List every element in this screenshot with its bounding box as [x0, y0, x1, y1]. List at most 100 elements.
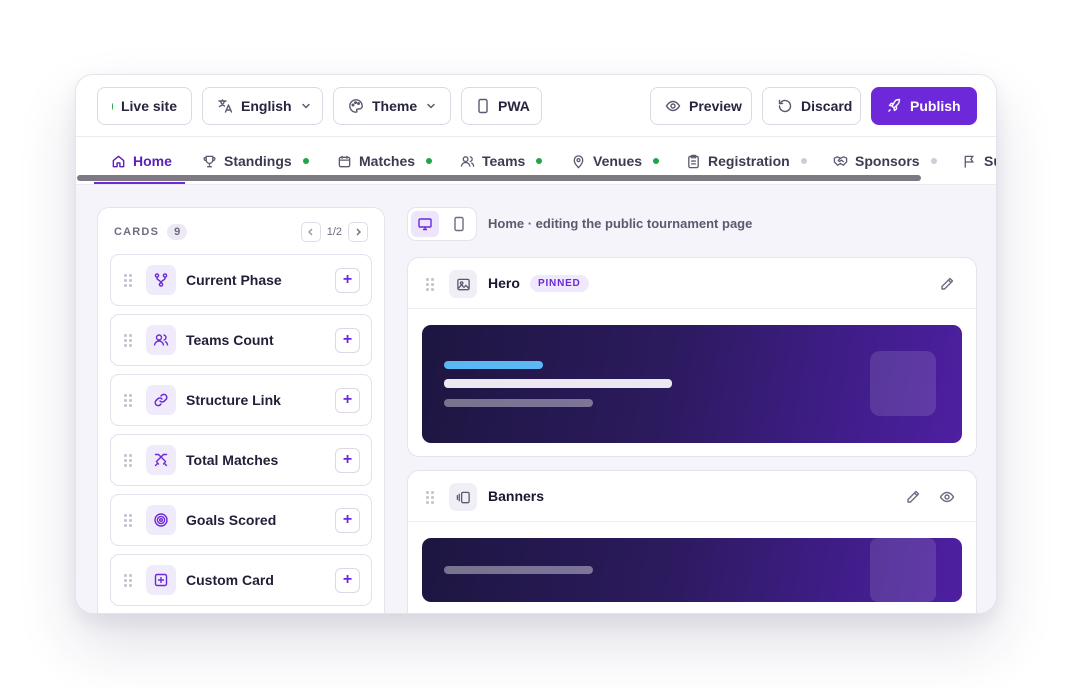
drag-handle-icon[interactable] [124, 393, 132, 407]
card-item-current-phase[interactable]: Current Phase + [110, 254, 372, 306]
card-item-custom-card[interactable]: Custom Card + [110, 554, 372, 606]
card-label: Structure Link [186, 392, 281, 408]
card-label: Current Phase [186, 272, 282, 288]
carousel-icon [449, 483, 477, 511]
publish-label: Publish [910, 98, 961, 114]
page-indicator: 1/2 [326, 226, 342, 238]
pinned-badge: PINNED [530, 275, 589, 292]
users-icon [460, 155, 475, 167]
hero-title-bar [444, 379, 672, 388]
tabs-scrollbar[interactable] [77, 175, 921, 181]
tab-label: Matches [359, 153, 416, 169]
banner-preview [422, 538, 962, 602]
tab-label: Su [984, 153, 996, 169]
theme-label: Theme [372, 98, 418, 114]
tab-label: Home [133, 153, 172, 169]
add-card-button[interactable]: + [335, 267, 360, 293]
tab-label: Teams [482, 153, 526, 169]
tab-sponsors[interactable]: Sponsors [833, 151, 937, 171]
translate-icon [218, 99, 233, 113]
add-card-button[interactable]: + [335, 387, 360, 413]
language-select[interactable]: English [202, 87, 323, 125]
chevron-left-icon [307, 228, 313, 236]
phone-icon [478, 98, 488, 114]
hero-accent-bar [444, 361, 543, 369]
tab-matches[interactable]: Matches [337, 151, 433, 171]
mobile-view-button[interactable] [445, 211, 473, 237]
section-title: Hero [488, 275, 520, 291]
card-item-total-matches[interactable]: Total Matches + [110, 434, 372, 486]
add-card-button[interactable]: + [335, 447, 360, 473]
phone-icon [454, 216, 464, 232]
live-site-button[interactable]: Live site [97, 87, 192, 125]
section-header: Hero PINNED [408, 258, 976, 309]
cards-pager: 1/2 [300, 222, 368, 242]
monitor-icon [418, 218, 432, 231]
preview-button[interactable]: Preview [650, 87, 752, 125]
discard-label: Discard [801, 98, 853, 114]
hero-preview [422, 325, 962, 443]
hero-subtitle-bar [444, 399, 593, 407]
add-card-button[interactable]: + [335, 507, 360, 533]
tab-home[interactable]: Home [111, 151, 172, 171]
tab-venues[interactable]: Venues [571, 151, 660, 171]
chevron-down-icon [301, 103, 310, 109]
pencil-icon [941, 277, 954, 290]
section-banners: Banners [407, 470, 977, 613]
edit-section-button[interactable] [902, 486, 924, 508]
rocket-icon [888, 98, 901, 112]
desktop-view-button[interactable] [411, 211, 439, 237]
status-dot [800, 158, 807, 164]
tab-registration[interactable]: Registration [686, 151, 807, 171]
breadcrumb: Home · editing the public tournament pag… [488, 216, 753, 231]
chevron-down-icon [427, 103, 435, 109]
card-item-teams-count[interactable]: Teams Count + [110, 314, 372, 366]
section-title: Banners [488, 488, 545, 504]
drag-handle-icon[interactable] [124, 333, 132, 347]
status-dot [536, 158, 543, 164]
publish-button[interactable]: Publish [871, 87, 977, 125]
map-pin-icon [573, 154, 584, 168]
status-dot [426, 158, 433, 164]
chevron-right-icon [356, 228, 361, 236]
card-item-goals-scored[interactable]: Goals Scored + [110, 494, 372, 546]
language-label: English [241, 98, 292, 114]
drag-handle-icon[interactable] [124, 513, 132, 527]
drag-handle-icon[interactable] [124, 573, 132, 587]
prev-page-button[interactable] [300, 222, 321, 242]
card-label: Goals Scored [186, 512, 277, 528]
tab-standings[interactable]: Standings [202, 151, 309, 171]
tab-label: Sponsors [855, 153, 920, 169]
next-page-button[interactable] [348, 222, 368, 242]
discard-button[interactable]: Discard [762, 87, 861, 125]
card-item-structure-link[interactable]: Structure Link + [110, 374, 372, 426]
drag-handle-icon[interactable] [426, 491, 434, 504]
tab-label: Venues [593, 153, 643, 169]
card-label: Custom Card [186, 572, 274, 588]
editor-window: Live site English Theme PWA Preview Disc… [75, 74, 997, 614]
live-status-dot [112, 102, 113, 110]
plus-square-icon [146, 565, 176, 595]
users-icon [146, 325, 176, 355]
device-toggle [407, 207, 477, 241]
add-card-button[interactable]: + [335, 327, 360, 353]
tab-teams[interactable]: Teams [460, 151, 543, 171]
pwa-button[interactable]: PWA [461, 87, 542, 125]
active-tab-indicator [94, 182, 185, 184]
toggle-visibility-button[interactable] [936, 486, 958, 508]
theme-select[interactable]: Theme [333, 87, 451, 125]
add-card-button[interactable]: + [335, 567, 360, 593]
drag-handle-icon[interactable] [426, 278, 434, 291]
pencil-icon [907, 490, 920, 503]
page-tabs: Home Standings Matches Teams Venues Regi… [76, 137, 996, 185]
top-toolbar: Live site English Theme PWA Preview Disc… [76, 75, 996, 137]
banner-image-placeholder [870, 538, 936, 602]
drag-handle-icon[interactable] [124, 273, 132, 287]
live-site-label: Live site [120, 98, 177, 114]
edit-section-button[interactable] [936, 273, 958, 295]
calendar-icon [338, 155, 351, 167]
tab-overflow[interactable]: Su [962, 151, 996, 171]
cards-header: CARDS 9 [114, 224, 188, 240]
hero-image-placeholder [870, 351, 936, 416]
drag-handle-icon[interactable] [124, 453, 132, 467]
